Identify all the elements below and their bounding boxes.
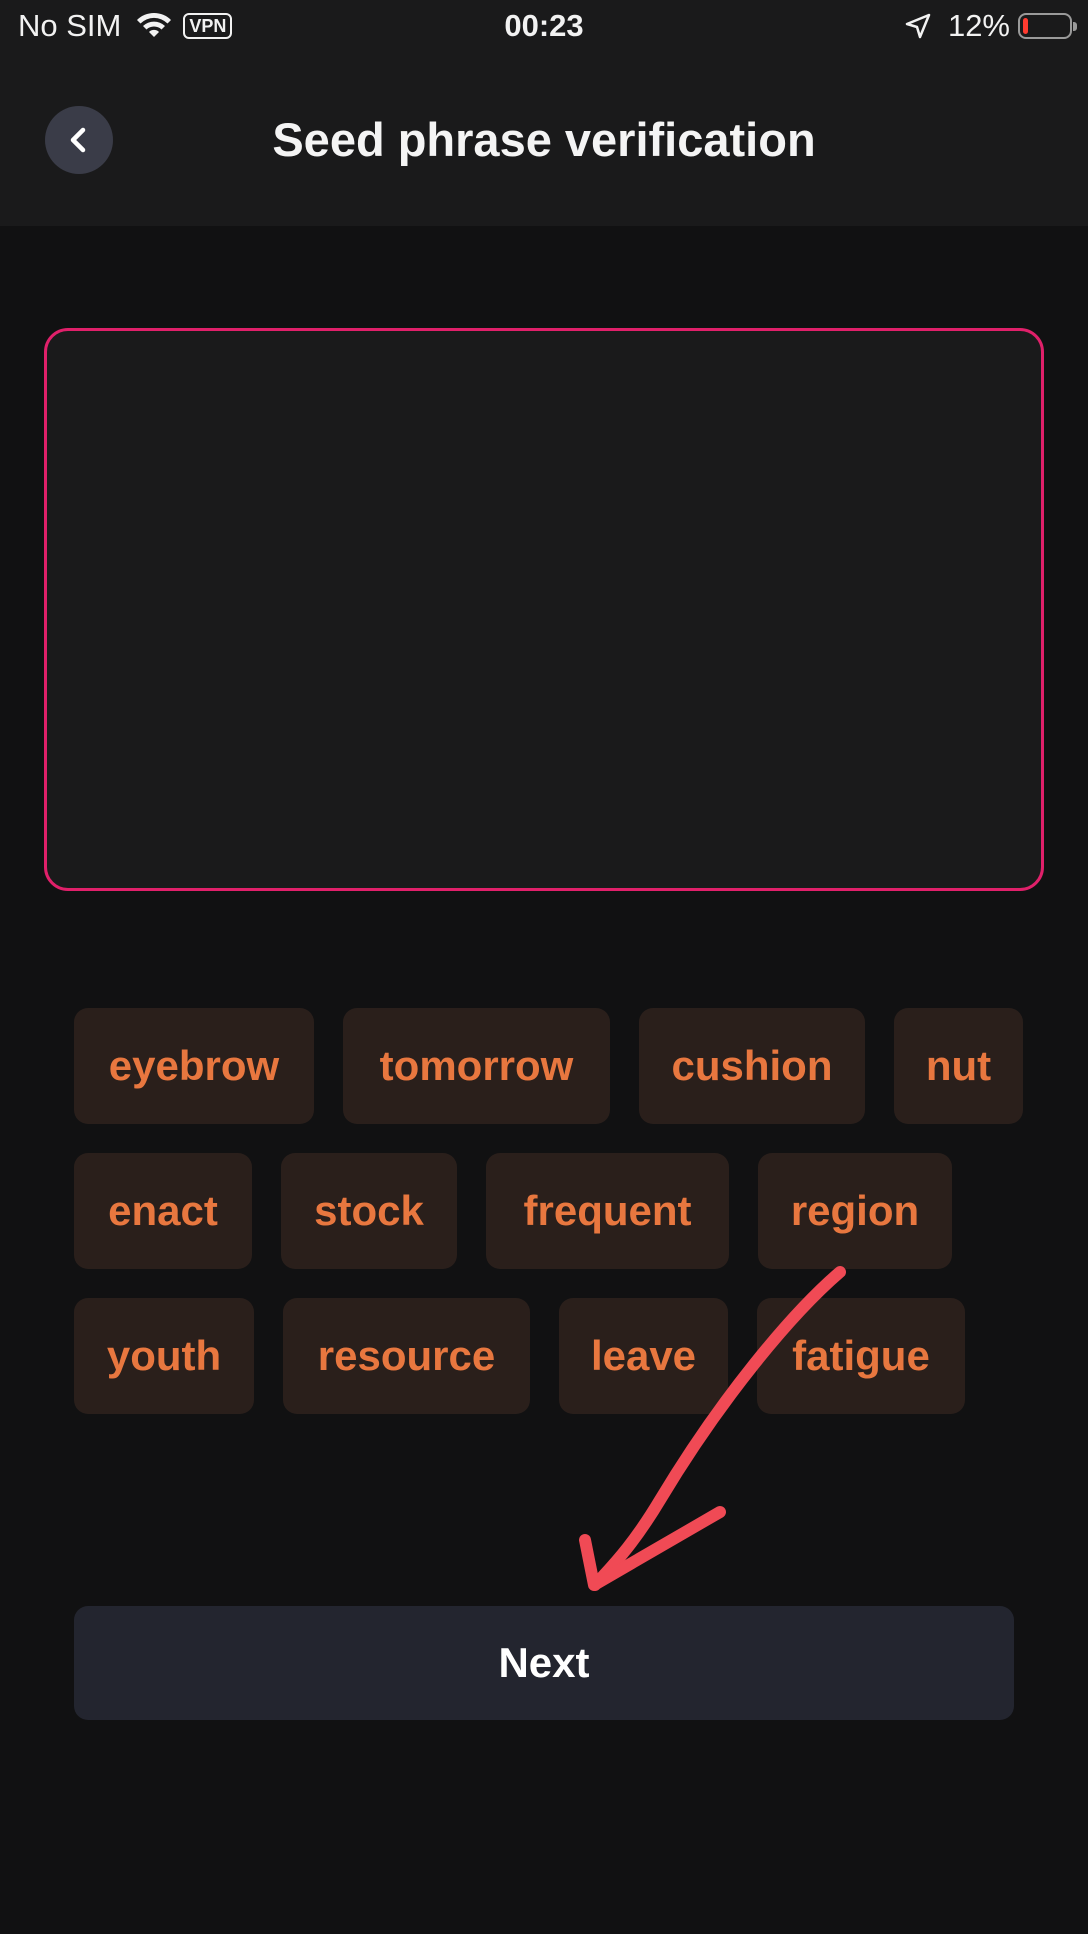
battery-percent: 12% [947, 8, 1010, 43]
word-chip-tomorrow[interactable]: tomorrow [343, 1008, 610, 1124]
word-row: youth resource leave fatigue [74, 1298, 1034, 1414]
word-chip-resource[interactable]: resource [283, 1298, 530, 1414]
word-chip-cushion[interactable]: cushion [639, 1008, 865, 1124]
word-chips: eyebrow tomorrow cushion nut enact stock… [74, 1008, 1034, 1443]
battery-icon [1018, 13, 1077, 39]
selected-phrase-box[interactable] [44, 328, 1044, 891]
page-title: Seed phrase verification [272, 113, 816, 166]
word-chip-eyebrow[interactable]: eyebrow [74, 1008, 314, 1124]
word-chip-youth[interactable]: youth [74, 1298, 254, 1414]
header: Seed phrase verification [0, 56, 1088, 226]
status-bar: No SIM VPN 00:23 12% [0, 0, 1088, 56]
status-right: 12% [904, 8, 1077, 44]
location-arrow-icon [905, 13, 931, 39]
word-row: enact stock frequent region [74, 1153, 1034, 1269]
word-chip-region[interactable]: region [758, 1153, 952, 1269]
word-chip-frequent[interactable]: frequent [486, 1153, 729, 1269]
word-row: eyebrow tomorrow cushion nut [74, 1008, 1034, 1124]
battery-level [1023, 18, 1028, 34]
next-button[interactable]: Next [74, 1606, 1014, 1720]
word-chip-nut[interactable]: nut [894, 1008, 1023, 1124]
word-chip-leave[interactable]: leave [559, 1298, 728, 1414]
word-chip-enact[interactable]: enact [74, 1153, 252, 1269]
word-chip-stock[interactable]: stock [281, 1153, 457, 1269]
word-chip-fatigue[interactable]: fatigue [757, 1298, 965, 1414]
